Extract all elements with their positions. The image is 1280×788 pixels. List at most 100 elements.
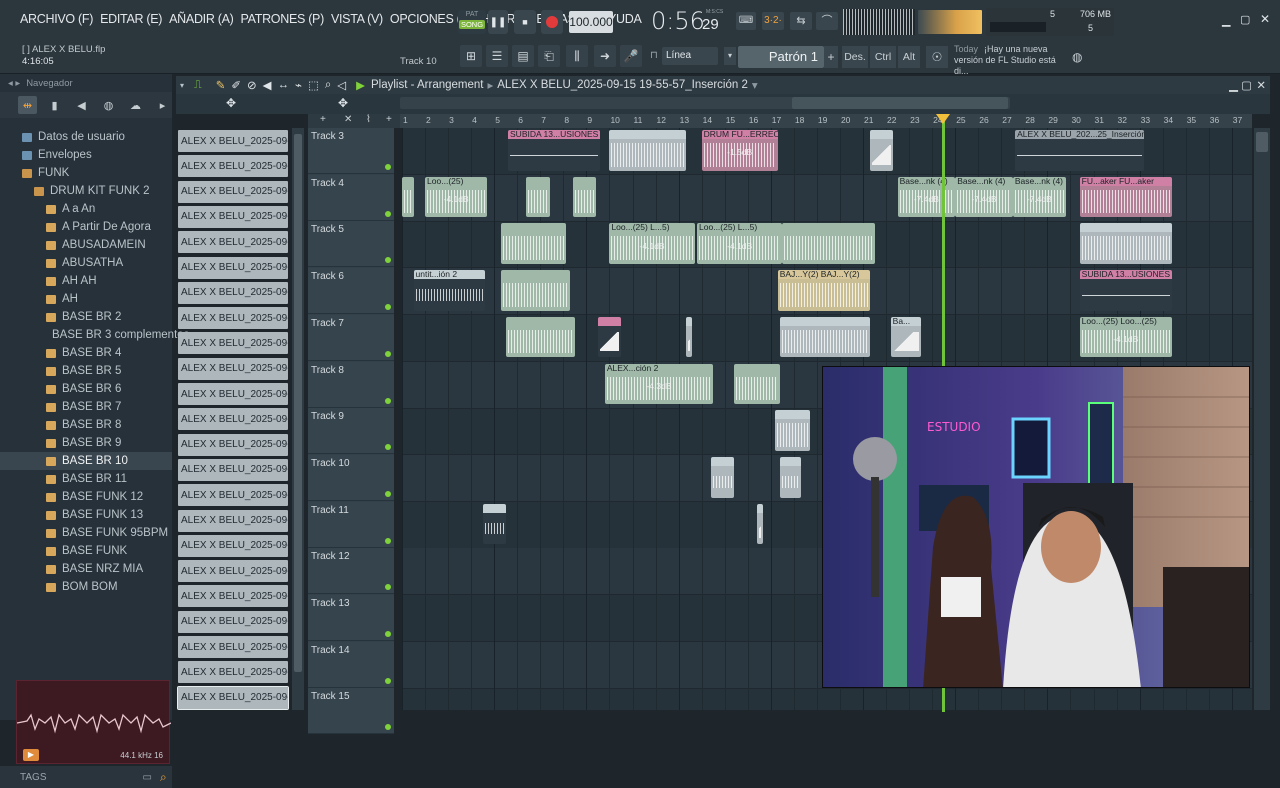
- track-header[interactable]: Track 4: [308, 174, 394, 221]
- browser-item[interactable]: A a An: [0, 200, 172, 218]
- audio-clip[interactable]: [780, 316, 870, 358]
- browser-scroll-right-icon[interactable]: ▸: [153, 96, 172, 114]
- browser-item[interactable]: BASE BR 8: [0, 416, 172, 434]
- minimize-button[interactable]: ▁: [1222, 14, 1230, 27]
- audio-clip[interactable]: ALEX...ción 2 -4.3dB: [604, 363, 714, 405]
- track-header[interactable]: Track 13: [308, 595, 394, 641]
- channel-button[interactable]: ALEX X BELU_2025-09-15...: [178, 534, 288, 557]
- pencil-tool-icon[interactable]: ✎: [216, 78, 226, 92]
- browser-item[interactable]: AH AH: [0, 272, 172, 290]
- track-enable-led[interactable]: [385, 210, 391, 217]
- audio-clip[interactable]: Base...nk (4) -7.4dB: [955, 176, 1013, 218]
- channel-button[interactable]: ALEX X BELU_2025-09-15...: [178, 408, 288, 431]
- channel-button[interactable]: ALEX X BELU_2025-09-15...: [178, 281, 288, 304]
- audio-clip[interactable]: DRUM FU...ERREO -1.5dB: [701, 130, 778, 171]
- channel-button[interactable]: ALEX X BELU_2025-09-15...: [178, 256, 288, 279]
- horizontal-scroll-thumb[interactable]: [792, 97, 1008, 109]
- menu-editar[interactable]: EDITAR (E): [100, 12, 162, 26]
- browser-item[interactable]: ABUSATHA: [0, 254, 172, 272]
- audio-clip[interactable]: BAJ...Y(2) BAJ...Y(2): [777, 270, 870, 311]
- browser-speaker-icon[interactable]: ◀: [72, 96, 91, 114]
- track-enable-led[interactable]: [385, 584, 391, 591]
- track-enable-led[interactable]: [385, 444, 391, 451]
- audio-clip[interactable]: Ba...: [890, 316, 921, 358]
- pat-song-switch[interactable]: PAT SONG: [458, 10, 486, 34]
- playlist-vertical-scroll[interactable]: [1254, 128, 1270, 710]
- channel-button[interactable]: ALEX X BELU_2025-09-15...: [178, 636, 288, 658]
- channel-button[interactable]: ALEX X BELU_2025-09-15...: [178, 180, 288, 203]
- playlist-icon[interactable]: ⊞: [460, 45, 482, 67]
- browser-item[interactable]: Envelopes: [0, 146, 172, 164]
- audio-clip[interactable]: [733, 363, 780, 405]
- channel-button[interactable]: ALEX X BELU_2025-09-15...: [178, 130, 288, 152]
- paint-tool-icon[interactable]: ✐: [231, 78, 241, 92]
- playlist-pattern-name[interactable]: ALEX X BELU_2025-09-15 19-55-57_Inserció…: [497, 79, 748, 91]
- track-enable-led[interactable]: [385, 350, 391, 357]
- slip-tool-icon[interactable]: ↔: [278, 79, 290, 91]
- add-track-icon[interactable]: +: [320, 114, 326, 125]
- browser-item[interactable]: BASE BR 2: [0, 308, 172, 326]
- plugin-icon[interactable]: ➜: [594, 45, 616, 67]
- track-header[interactable]: Track 14: [308, 641, 394, 688]
- channel-button[interactable]: ALEX X BELU_2025-09-15...: [178, 231, 288, 254]
- track-header[interactable]: Track 5: [308, 221, 394, 268]
- track-enable-led[interactable]: [385, 537, 391, 544]
- track-header[interactable]: Track 11: [308, 501, 394, 548]
- menu-vista[interactable]: VISTA (V): [331, 12, 383, 26]
- browser-item[interactable]: BASE BR 11: [0, 470, 172, 488]
- playback-tool-icon[interactable]: ◁: [337, 78, 346, 92]
- audio-clip[interactable]: [869, 130, 893, 171]
- snap-select[interactable]: Línea: [662, 47, 718, 65]
- audio-clip[interactable]: SUBIDA 13...USIONES ): [508, 130, 601, 171]
- countdown-icon[interactable]: 3·2·: [762, 12, 784, 30]
- browser-item[interactable]: BASE FUNK 13: [0, 506, 172, 524]
- playlist-menu-arrow[interactable]: ▾: [180, 81, 184, 90]
- close-button[interactable]: ✕: [1260, 12, 1270, 26]
- des-button[interactable]: Des.: [842, 46, 868, 68]
- track-enable-led[interactable]: [385, 164, 391, 170]
- channel-button[interactable]: ALEX X BELU_2025-09-15...: [178, 205, 288, 228]
- alt-button[interactable]: Alt: [898, 46, 920, 68]
- channel-button[interactable]: ALEX X BELU_2025-09-15...: [178, 509, 288, 532]
- channel-button[interactable]: ALEX X BELU_2025-09-15...: [178, 661, 288, 684]
- audio-clip[interactable]: [710, 456, 734, 498]
- channel-button[interactable]: ALEX X BELU_2025-09-15...: [178, 332, 288, 355]
- tempo-display[interactable]: 100.000: [569, 11, 613, 33]
- audio-clip[interactable]: [505, 316, 575, 358]
- track-header[interactable]: Track 3: [308, 128, 394, 174]
- channel-button[interactable]: ALEX X BELU_2025-09-15...: [178, 155, 288, 178]
- track-header[interactable]: Track 12: [308, 548, 394, 595]
- audio-clip[interactable]: FU...aker FU...aker: [1079, 176, 1172, 218]
- audio-clip[interactable]: Loo...(25) -4.1dB: [425, 176, 488, 218]
- mute-tool-icon[interactable]: ◀: [263, 78, 272, 92]
- add-pattern-button[interactable]: +: [824, 46, 838, 68]
- audio-clip[interactable]: [501, 223, 566, 265]
- audio-clip[interactable]: [402, 176, 414, 218]
- delete-tool-icon[interactable]: ⊘: [247, 78, 257, 92]
- audio-clip[interactable]: [597, 316, 621, 358]
- audio-clip[interactable]: [782, 223, 875, 265]
- metronome-icon[interactable]: ⌒: [816, 12, 838, 30]
- browser-item[interactable]: Datos de usuario: [0, 128, 172, 146]
- channel-rack-icon[interactable]: ☰: [486, 45, 508, 67]
- channel-button[interactable]: ALEX X BELU_2025-09-15...: [178, 458, 288, 481]
- maximize-button[interactable]: ▢: [1240, 13, 1250, 26]
- piano-roll-icon[interactable]: ▤: [512, 45, 534, 67]
- track-enable-led[interactable]: [385, 490, 391, 497]
- channel-button[interactable]: ALEX X BELU_2025-09-15...: [178, 307, 288, 330]
- loop-record-icon[interactable]: ⇆: [790, 12, 812, 30]
- zoom-tool-icon[interactable]: ⌕: [325, 79, 331, 92]
- channel-button[interactable]: ALEX X BELU_2025-09-15...: [178, 610, 288, 633]
- playlist-maximize[interactable]: ▢: [1241, 78, 1252, 92]
- browser-item[interactable]: BASE BR 3 complementos: [0, 326, 189, 344]
- link-track-icon[interactable]: ⌇: [366, 114, 371, 125]
- audio-clip[interactable]: [501, 270, 571, 311]
- channel-button[interactable]: ALEX X BELU_2025-09-15...: [178, 484, 288, 507]
- audio-clip[interactable]: [756, 503, 763, 545]
- browser-globe-icon[interactable]: ◍: [99, 96, 118, 114]
- play-preview-icon[interactable]: ▶: [23, 749, 39, 761]
- audio-clip[interactable]: untit...ión 2: [413, 270, 485, 311]
- audio-clip[interactable]: [572, 176, 596, 218]
- menu-anadir[interactable]: AÑADIR (A): [169, 12, 234, 26]
- channel-button[interactable]: ALEX X BELU_2025-09-15...: [178, 383, 288, 405]
